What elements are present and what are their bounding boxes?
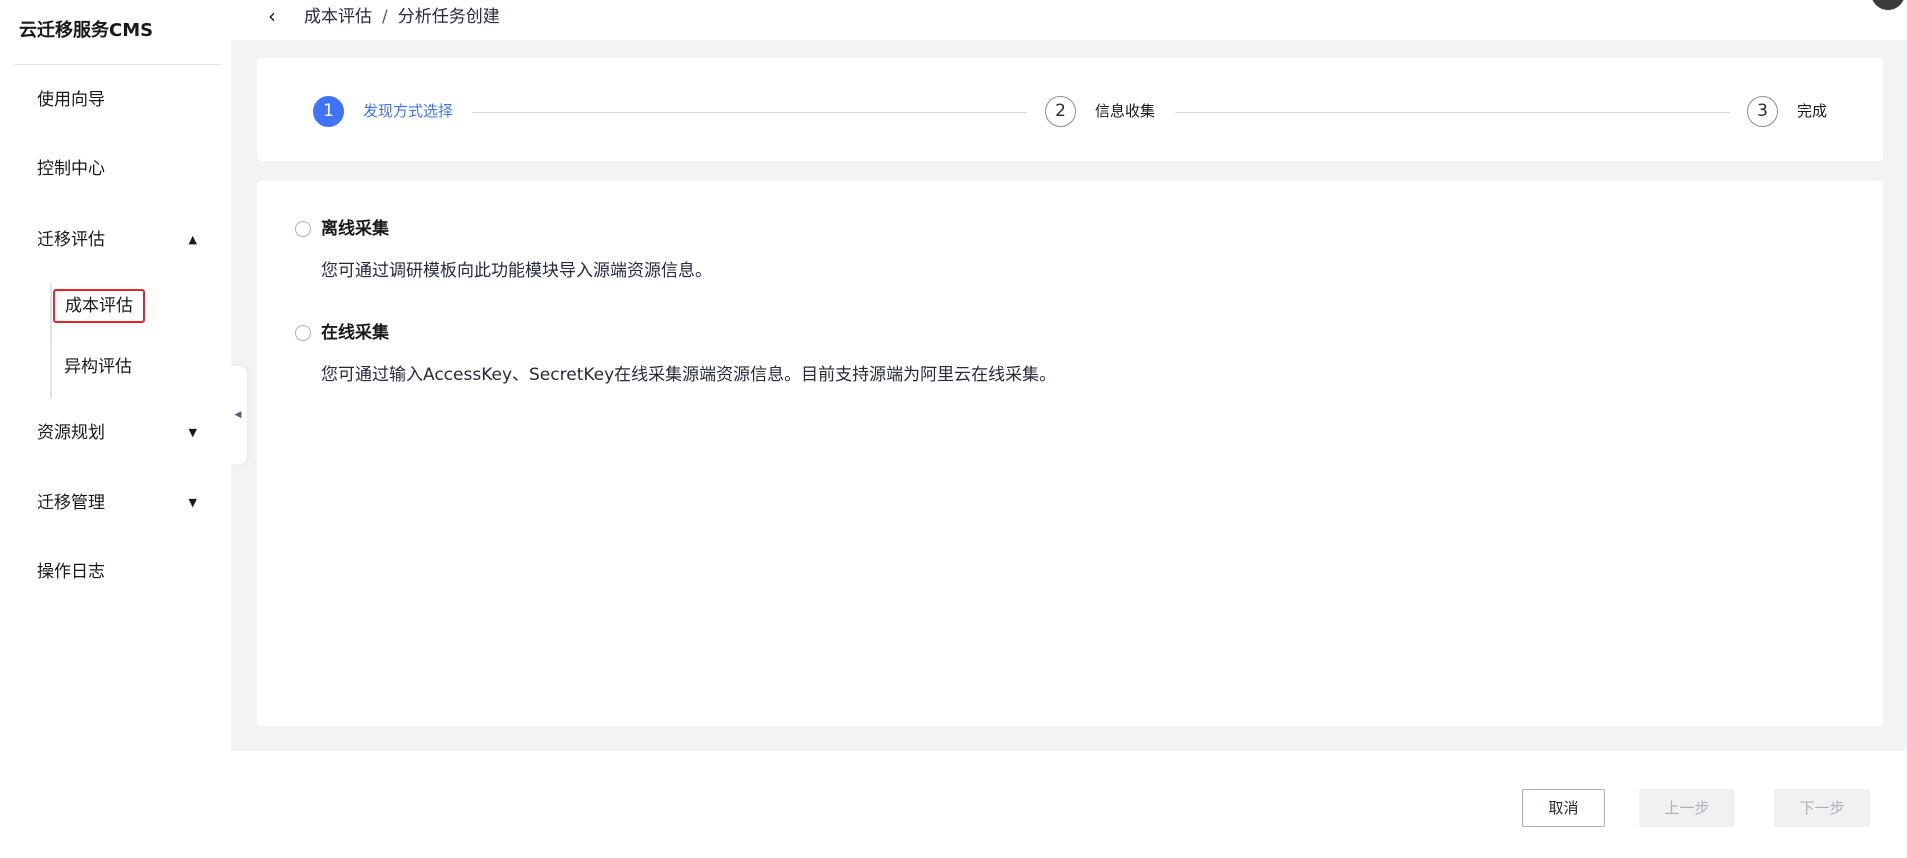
sidebar-item-label: 资源规划 xyxy=(37,423,105,443)
offline-collection-radio[interactable] xyxy=(295,221,311,237)
brand-divider xyxy=(14,64,221,65)
step-2-label: 信息收集 xyxy=(1095,102,1156,120)
breadcrumb-item-cost-assessment[interactable]: 成本评估 xyxy=(304,7,372,27)
sidebar-item-label: 迁移评估 xyxy=(37,230,105,250)
next-step-button[interactable]: 下一步 xyxy=(1774,789,1870,827)
sidebar-item-console[interactable]: 控制中心 xyxy=(37,155,217,183)
chevron-down-icon: ▼ xyxy=(188,426,197,439)
online-collection-radio[interactable] xyxy=(295,325,311,341)
step-connector xyxy=(1175,112,1730,113)
sidebar-collapse-button[interactable]: ◀ xyxy=(229,366,247,464)
sidebar-item-label: 使用向导 xyxy=(37,90,105,110)
avatar[interactable] xyxy=(1871,0,1905,10)
steps-card: 1 发现方式选择 2 信息收集 3 完成 xyxy=(257,58,1883,161)
sidebar-item-label: 操作日志 xyxy=(37,562,105,582)
step-3-label: 完成 xyxy=(1797,102,1828,120)
sidebar-item-migration-assessment[interactable]: 迁移评估 ▲ xyxy=(37,226,217,254)
step-2-indicator: 2 xyxy=(1045,96,1076,127)
sidebar-subitem-cost-assessment[interactable]: 成本评估 xyxy=(53,289,145,323)
main-card: 离线采集 您可通过调研模板向此功能模块导入源端资源信息。 在线采集 您可通过输入… xyxy=(257,181,1883,726)
breadcrumb-item-current: 分析任务创建 xyxy=(397,7,500,27)
step-connector xyxy=(472,112,1027,113)
option-title-offline[interactable]: 离线采集 xyxy=(321,217,389,241)
back-icon[interactable]: ‹ xyxy=(268,4,276,28)
sidebar-item-label: 迁移管理 xyxy=(37,493,105,513)
sidebar-item-guide[interactable]: 使用向导 xyxy=(37,86,217,114)
footer-bar: 取消 上一步 下一步 xyxy=(231,751,1907,858)
cancel-button[interactable]: 取消 xyxy=(1522,789,1605,827)
step-3-indicator: 3 xyxy=(1747,96,1778,127)
sidebar-item-operation-log[interactable]: 操作日志 xyxy=(37,558,217,586)
sidebar: 云迁移服务CMS 使用向导 控制中心 迁移评估 ▲ 成本评估 异构评估 资源规划… xyxy=(0,0,231,858)
step-1-label: 发现方式选择 xyxy=(363,102,454,120)
option-desc-online: 您可通过输入AccessKey、SecretKey在线采集源端资源信息。目前支持… xyxy=(321,365,1057,385)
app-brand: 云迁移服务CMS xyxy=(19,20,154,41)
option-title-online[interactable]: 在线采集 xyxy=(321,321,389,345)
caret-left-icon: ◀ xyxy=(234,410,242,420)
sidebar-item-resource-planning[interactable]: 资源规划 ▼ xyxy=(37,419,217,447)
sidebar-subitem-heterogeneous-assessment[interactable]: 异构评估 xyxy=(64,353,132,381)
page-header: ‹ 成本评估 / 分析任务创建 xyxy=(231,0,1907,40)
submenu-line xyxy=(50,283,52,398)
breadcrumb: 成本评估 / 分析任务创建 xyxy=(304,5,500,29)
breadcrumb-separator: / xyxy=(382,7,388,27)
sidebar-item-migration-management[interactable]: 迁移管理 ▼ xyxy=(37,489,217,517)
step-1-indicator: 1 xyxy=(313,96,344,127)
chevron-up-icon: ▲ xyxy=(188,233,197,246)
chevron-down-icon: ▼ xyxy=(188,496,197,509)
previous-step-button[interactable]: 上一步 xyxy=(1639,789,1735,827)
sidebar-item-label: 控制中心 xyxy=(37,159,105,179)
option-desc-offline: 您可通过调研模板向此功能模块导入源端资源信息。 xyxy=(321,261,712,281)
